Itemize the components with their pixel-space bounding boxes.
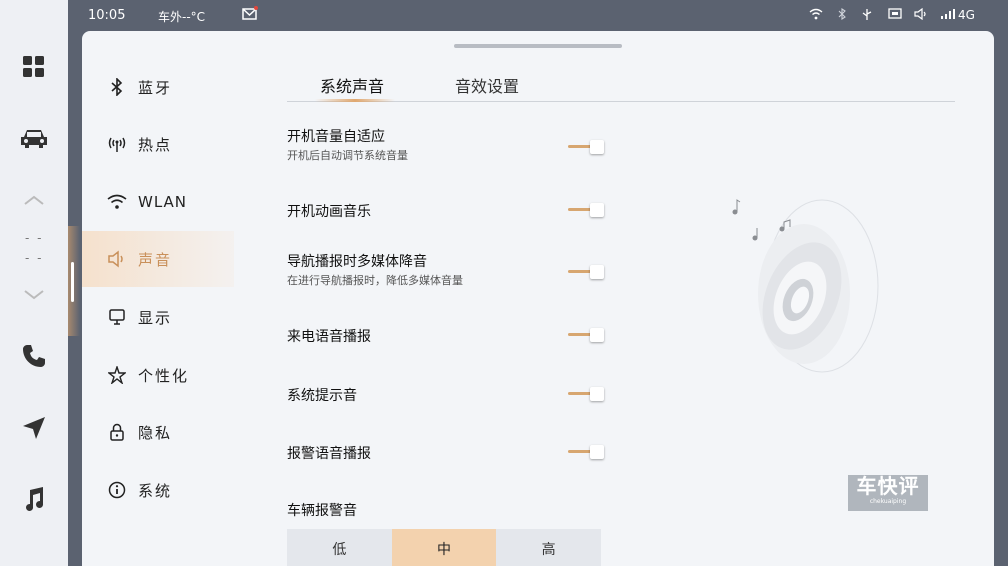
lock-icon [106, 421, 128, 443]
menu-item-label: 系统 [138, 481, 173, 500]
menu-item-label: 蓝牙 [138, 78, 173, 97]
temp-placeholder: - - [25, 251, 44, 265]
chevron-down-icon[interactable] [14, 275, 54, 315]
toggle-call-voice-broadcast[interactable] [568, 326, 606, 344]
menu-item-system[interactable]: 系统 [82, 462, 234, 518]
alarm-volume-selector: 低 中 高 [287, 529, 601, 566]
car-icon[interactable] [14, 118, 54, 158]
active-tab-indicator [315, 99, 395, 102]
menu-item-hotspot[interactable]: 热点 [82, 116, 234, 172]
speaker-illustration [732, 199, 879, 373]
info-icon [106, 479, 128, 501]
bluetooth-status-icon [838, 7, 846, 24]
clock: 10:05 [88, 8, 126, 23]
option-high[interactable]: 高 [496, 529, 601, 566]
menu-item-label: 声音 [138, 250, 173, 269]
menu-item-display[interactable]: 显示 [82, 289, 234, 345]
toggle-nav-media-ducking[interactable] [568, 263, 606, 281]
screen-icon [888, 8, 902, 24]
option-medium[interactable]: 中 [391, 529, 497, 566]
menu-item-label: 热点 [138, 135, 173, 154]
settings-menu: 蓝牙 热点 WLAN 声音 显示 个性化 隐私 系统 [82, 31, 234, 566]
toggle-boot-volume-adaptive[interactable] [568, 138, 606, 156]
toggle-boot-animation-music[interactable] [568, 201, 606, 219]
network-type: 4G [958, 8, 975, 22]
signal-icon [940, 8, 956, 24]
apps-grid-icon[interactable] [14, 47, 54, 87]
menu-item-privacy[interactable]: 隐私 [82, 404, 234, 460]
navigation-icon[interactable] [14, 408, 54, 448]
left-dock: - - - - [0, 0, 68, 566]
personalize-icon [106, 364, 128, 386]
hotspot-icon [106, 133, 128, 155]
menu-item-sound[interactable]: 声音 [82, 231, 234, 287]
tab-sound-effects[interactable]: 音效设置 [455, 73, 519, 97]
temp-placeholder: - - [25, 231, 44, 245]
tab-system-sound[interactable]: 系统声音 [320, 73, 384, 97]
menu-item-label: 隐私 [138, 423, 173, 442]
phone-icon[interactable] [14, 336, 54, 376]
volume-status-icon [914, 7, 928, 24]
dock-handle[interactable] [68, 226, 80, 336]
setting-title: 来电语音播报 [287, 329, 371, 345]
wifi-status-icon [809, 8, 823, 24]
setting-title: 报警语音播报 [287, 446, 371, 462]
setting-title: 开机音量自适应 [287, 129, 385, 145]
wifi-icon [106, 191, 128, 213]
message-icon[interactable] [242, 6, 258, 24]
setting-subtitle: 开机后自动调节系统音量 [287, 149, 408, 162]
toggle-system-prompt-sound[interactable] [568, 385, 606, 403]
menu-item-label: 个性化 [138, 366, 190, 385]
option-low[interactable]: 低 [287, 529, 392, 566]
menu-item-bluetooth[interactable]: 蓝牙 [82, 59, 234, 115]
watermark-logo: 车快评 chekuaiping [848, 475, 928, 511]
menu-item-label: WLAN [138, 193, 188, 211]
menu-item-label: 显示 [138, 308, 173, 327]
setting-title: 系统提示音 [287, 388, 357, 404]
alarm-volume-title: 车辆报警音 [287, 503, 357, 519]
usb-icon [862, 8, 872, 25]
toggle-alarm-voice-broadcast[interactable] [568, 443, 606, 461]
speaker-icon [106, 248, 128, 270]
monitor-icon [106, 306, 128, 328]
setting-subtitle: 在进行导航播报时，降低多媒体音量 [287, 274, 463, 287]
tab-bar: 系统声音 音效设置 [287, 67, 955, 102]
status-bar: 10:05 车外--°C 4G [68, 0, 1008, 30]
menu-item-wlan[interactable]: WLAN [82, 174, 234, 230]
menu-item-personalize[interactable]: 个性化 [82, 347, 234, 403]
music-icon[interactable] [14, 479, 54, 519]
bluetooth-icon [106, 76, 128, 98]
setting-title: 导航播报时多媒体降音 [287, 254, 427, 270]
outside-temp: 车外--°C [158, 10, 206, 24]
chevron-up-icon[interactable] [14, 180, 54, 220]
settings-panel: 蓝牙 热点 WLAN 声音 显示 个性化 隐私 系统 系统声音 音效设置 开机音… [82, 31, 994, 566]
panel-grab-handle[interactable] [454, 44, 622, 48]
setting-title: 开机动画音乐 [287, 204, 371, 220]
